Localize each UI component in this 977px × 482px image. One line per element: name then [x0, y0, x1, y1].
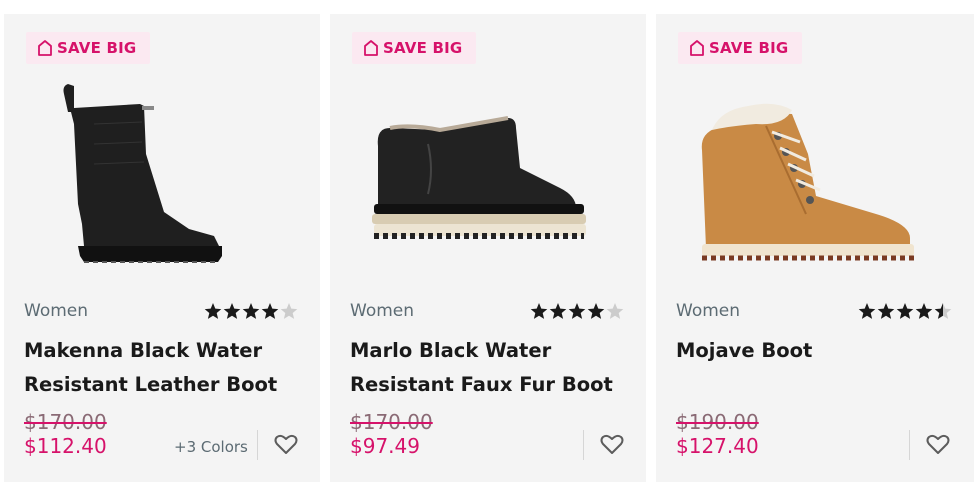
heart-icon[interactable] — [274, 433, 298, 455]
star-icon — [242, 303, 260, 319]
product-card[interactable]: SAVE BIG Women Mojave Boot $190.00 $127.… — [656, 14, 974, 482]
sale-price: $112.40 — [24, 434, 107, 458]
product-name-link[interactable]: Mojave Boot — [676, 334, 946, 368]
divider — [909, 430, 910, 460]
tag-icon — [690, 40, 704, 56]
original-price: $190.00 — [676, 410, 759, 434]
color-options-link[interactable]: +3 Colors — [174, 438, 248, 456]
star-icon — [934, 303, 952, 319]
sale-price: $127.40 — [676, 434, 759, 458]
product-category: Women — [676, 301, 741, 321]
black-faux-fur-bootie-image — [372, 116, 586, 239]
sale-badge-label: SAVE BIG — [383, 39, 463, 57]
tag-icon — [364, 40, 378, 56]
divider — [257, 430, 258, 460]
product-image[interactable] — [44, 84, 284, 284]
star-icon — [587, 303, 605, 319]
original-price: $170.00 — [350, 410, 433, 434]
tan-hiker-boot-image — [701, 103, 914, 261]
star-icon — [223, 303, 241, 319]
star-icon — [530, 303, 548, 319]
product-category: Women — [24, 301, 89, 321]
star-icon — [877, 303, 895, 319]
product-image[interactable] — [696, 84, 936, 284]
sale-price: $97.49 — [350, 434, 420, 458]
original-price: $170.00 — [24, 410, 107, 434]
star-icon — [549, 303, 567, 319]
heart-icon[interactable] — [600, 433, 624, 455]
black-leather-boot-image — [63, 84, 222, 263]
rating-stars — [530, 302, 624, 320]
heart-icon[interactable] — [926, 433, 950, 455]
product-grid: SAVE BIG Women Makenna Black Water Resis… — [0, 0, 977, 482]
sale-badge: SAVE BIG — [26, 32, 151, 64]
product-category: Women — [350, 301, 415, 321]
star-icon — [858, 303, 876, 319]
star-icon — [896, 303, 914, 319]
product-image[interactable] — [370, 84, 610, 284]
product-name-link[interactable]: Makenna Black Water Resistant Leather Bo… — [24, 334, 294, 402]
star-icon — [204, 303, 222, 319]
sale-badge: SAVE BIG — [678, 32, 803, 64]
rating-stars — [858, 302, 952, 320]
star-icon — [568, 303, 586, 319]
rating-stars — [204, 302, 298, 320]
tag-icon — [38, 40, 52, 56]
star-icon — [280, 303, 298, 319]
product-card[interactable]: SAVE BIG Women Marlo Black Water Resista… — [330, 14, 646, 482]
divider — [583, 430, 584, 460]
sale-badge-label: SAVE BIG — [57, 39, 137, 57]
sale-badge: SAVE BIG — [352, 32, 477, 64]
star-icon — [606, 303, 624, 319]
star-icon — [915, 303, 933, 319]
sale-badge-label: SAVE BIG — [709, 39, 789, 57]
star-icon — [261, 303, 279, 319]
product-name-link[interactable]: Marlo Black Water Resistant Faux Fur Boo… — [350, 334, 620, 402]
product-card[interactable]: SAVE BIG Women Makenna Black Water Resis… — [4, 14, 320, 482]
